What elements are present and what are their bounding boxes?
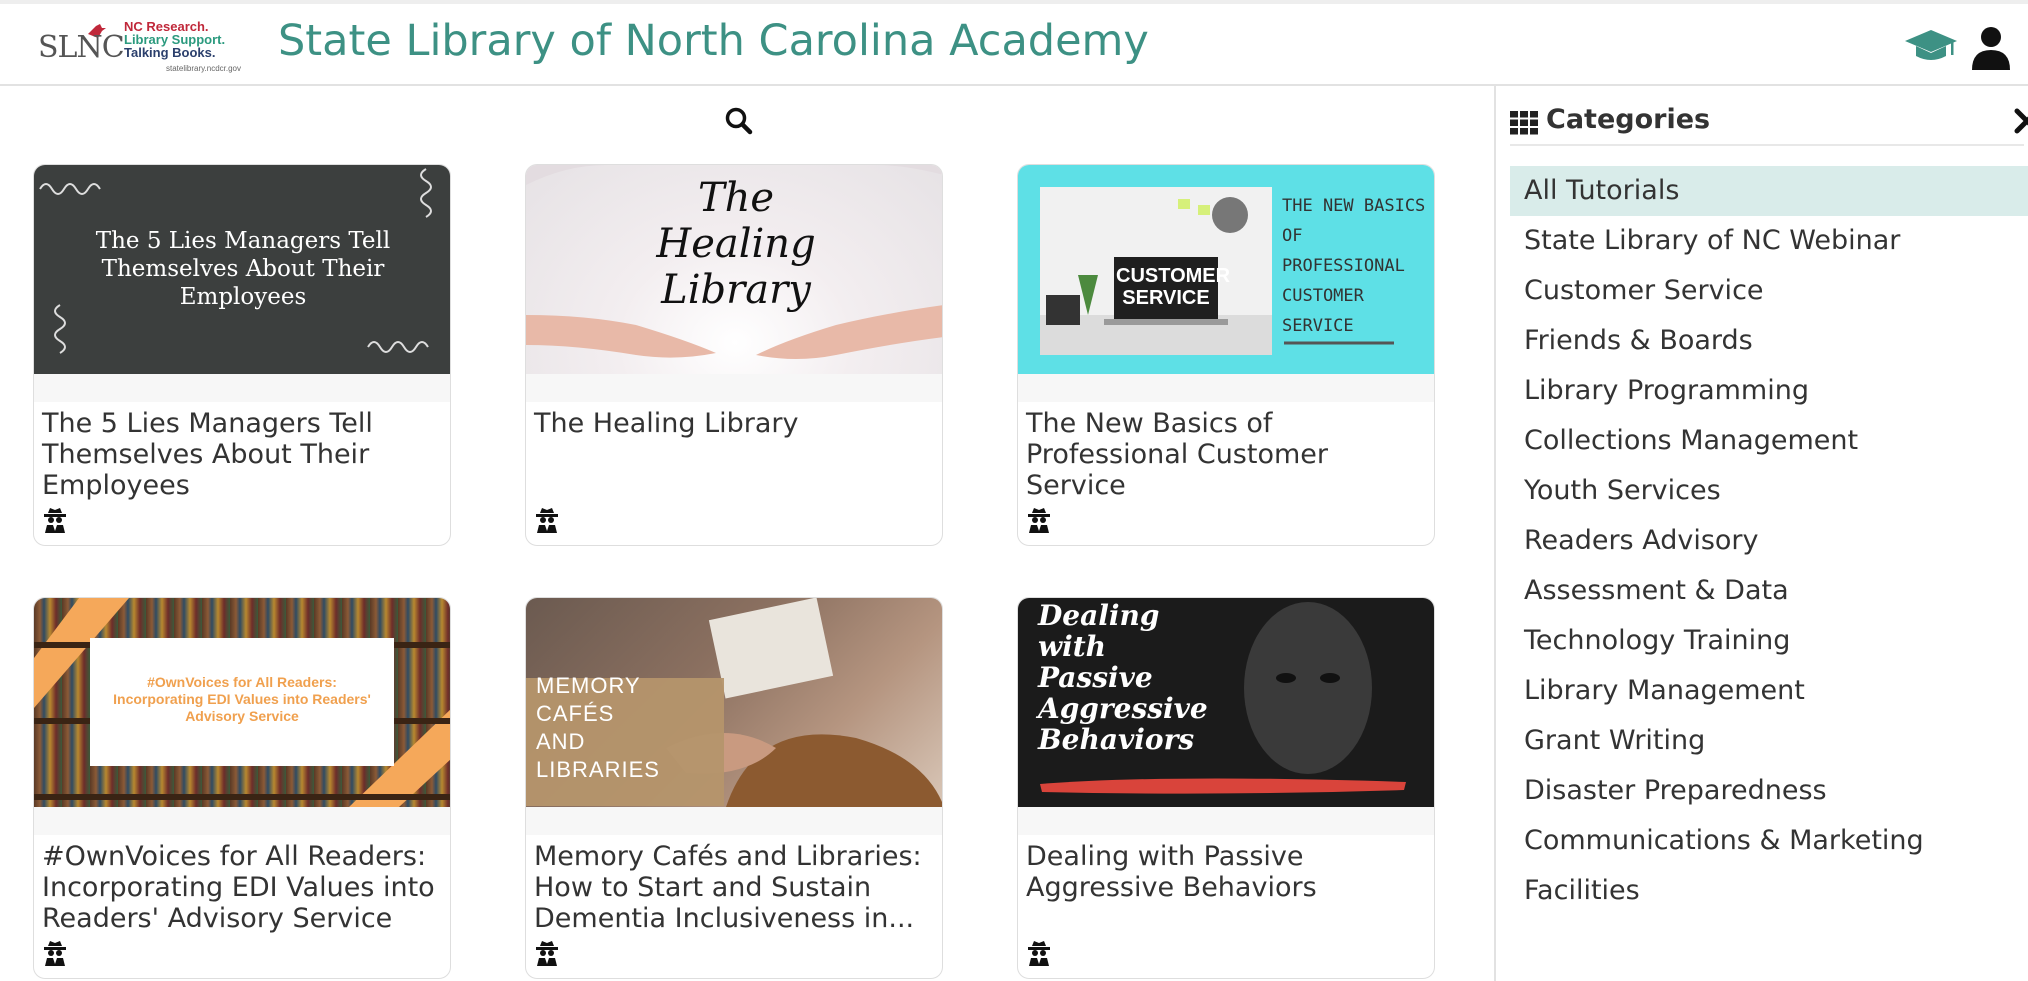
thumbnail-text: THE NEW BASICS OF PROFESSIONAL CUSTOMER …: [1282, 196, 1426, 336]
graduation-cap-icon[interactable]: [1904, 26, 1958, 66]
grid-icon: [1510, 111, 1538, 135]
categories-sidebar: Categories All Tutorials State Library o…: [1494, 86, 2028, 981]
logo-url: statelibrary.ncdcr.gov: [166, 64, 241, 73]
category-item[interactable]: Youth Services: [1510, 466, 2028, 516]
tutorial-card[interactable]: #OwnVoices for All Readers: Incorporatin…: [33, 597, 451, 979]
tutorial-thumbnail[interactable]: CUSTOMER SERVICE THE NEW BASICS OF PROFE…: [1018, 165, 1434, 374]
tutorial-title[interactable]: The 5 Lies Managers Tell Themselves Abou…: [42, 408, 442, 501]
site-title[interactable]: State Library of North Carolina Academy: [278, 16, 1149, 66]
category-item[interactable]: Customer Service: [1510, 266, 2028, 316]
user-secret-icon: [536, 508, 558, 533]
category-item[interactable]: State Library of NC Webinar: [1510, 216, 2028, 266]
category-item[interactable]: Assessment & Data: [1510, 566, 2028, 616]
thumbnail-text: The Healing Library: [656, 175, 816, 313]
user-secret-icon: [536, 941, 558, 966]
tutorial-title[interactable]: The Healing Library: [534, 408, 934, 439]
tutorial-card[interactable]: MEMORY CAFÉS AND LIBRARIES Memory Cafés …: [525, 597, 943, 979]
logo-tagline: NC Research. Library Support. Talking Bo…: [124, 19, 226, 60]
tutorial-thumbnail[interactable]: Dealing with Passive Aggressive Behavior…: [1018, 598, 1434, 807]
category-item[interactable]: Library Programming: [1510, 366, 2028, 416]
thumbnail-text: #OwnVoices for All Readers: Incorporatin…: [113, 674, 371, 724]
categories-title: Categories: [1546, 104, 1711, 135]
tutorial-title[interactable]: Dealing with Passive Aggressive Behavior…: [1026, 841, 1426, 903]
thumbnail-text: MEMORY CAFÉS AND LIBRARIES: [536, 673, 660, 782]
tutorial-card[interactable]: CUSTOMER SERVICE THE NEW BASICS OF PROFE…: [1017, 164, 1435, 546]
thumbnail-text: Dealing with Passive Aggressive Behavior…: [1038, 599, 1208, 756]
category-item[interactable]: Facilities: [1510, 866, 2028, 916]
category-item[interactable]: Technology Training: [1510, 616, 2028, 666]
tutorial-title[interactable]: The New Basics of Professional Customer …: [1026, 408, 1426, 501]
tutorial-thumbnail[interactable]: MEMORY CAFÉS AND LIBRARIES: [526, 598, 942, 807]
category-item[interactable]: Library Management: [1510, 666, 2028, 716]
category-item[interactable]: Grant Writing: [1510, 716, 2028, 766]
category-item[interactable]: All Tutorials: [1510, 166, 2028, 216]
top-bar: SLNC NC Research. Library Support. Talki…: [0, 0, 2028, 86]
category-item[interactable]: Readers Advisory: [1510, 516, 2028, 566]
tutorial-title[interactable]: Memory Cafés and Libraries: How to Start…: [534, 841, 934, 934]
user-secret-icon: [1028, 941, 1050, 966]
customer-service-badge: CUSTOMER SERVICE: [1116, 265, 1231, 309]
user-icon[interactable]: [1970, 26, 2012, 70]
categories-header: Categories: [1510, 98, 2028, 146]
thumbnail-text: The 5 Lies Managers Tell Themselves Abou…: [95, 228, 391, 310]
category-item[interactable]: Friends & Boards: [1510, 316, 2028, 366]
close-icon[interactable]: [2014, 108, 2028, 134]
tutorial-title[interactable]: #OwnVoices for All Readers: Incorporatin…: [42, 841, 442, 934]
tutorial-thumbnail[interactable]: The Healing Library: [526, 165, 942, 374]
category-list: All Tutorials State Library of NC Webina…: [1510, 166, 2028, 916]
tutorial-card[interactable]: The 5 Lies Managers Tell Themselves Abou…: [33, 164, 451, 546]
category-item[interactable]: Communications & Marketing: [1510, 816, 2028, 866]
user-secret-icon: [44, 508, 66, 533]
logo-wordmark: SLNC: [38, 30, 125, 65]
tutorial-thumbnail[interactable]: The 5 Lies Managers Tell Themselves Abou…: [34, 165, 450, 374]
user-secret-icon: [1028, 508, 1050, 533]
slnc-logo[interactable]: SLNC NC Research. Library Support. Talki…: [38, 18, 258, 76]
tutorial-card[interactable]: The Healing Library The Healing Library: [525, 164, 943, 546]
tutorial-card[interactable]: Dealing with Passive Aggressive Behavior…: [1017, 597, 1435, 979]
category-item[interactable]: Disaster Preparedness: [1510, 766, 2028, 816]
tutorial-thumbnail[interactable]: #OwnVoices for All Readers: Incorporatin…: [34, 598, 450, 807]
category-item[interactable]: Collections Management: [1510, 416, 2028, 466]
search-icon[interactable]: [724, 106, 754, 136]
user-secret-icon: [44, 941, 66, 966]
